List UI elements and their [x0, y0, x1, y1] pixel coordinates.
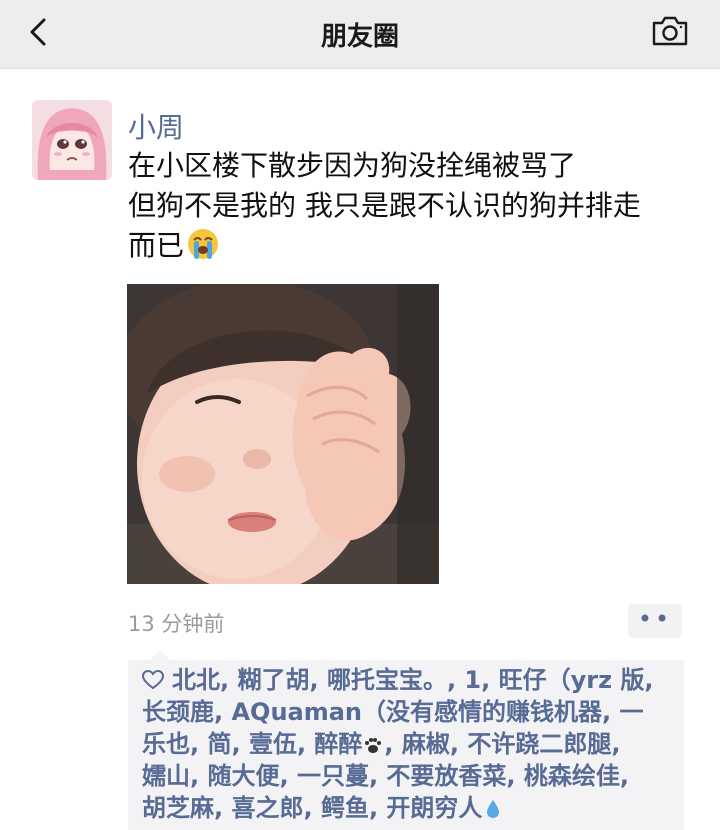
- crying-child-photo: [127, 284, 439, 584]
- post-text-line: 而已: [128, 226, 698, 266]
- likes-names[interactable]: , 麻椒, 不许跷二郎腿,: [384, 730, 620, 758]
- droplet-icon: [487, 800, 500, 818]
- likes-panel: 北北, 糊了胡, 哪托宝宝。, 1, 旺仔（yrz 版, 长颈鹿, AQuama…: [128, 650, 684, 830]
- likes-line: 北北, 糊了胡, 哪托宝宝。, 1, 旺仔（yrz 版,: [142, 664, 676, 696]
- likes-names[interactable]: 北北, 糊了胡, 哪托宝宝。, 1, 旺仔（yrz 版,: [172, 666, 654, 694]
- post-text-line: 在小区楼下散步因为狗没拴绳被骂了: [128, 149, 577, 182]
- likes-names[interactable]: 胡芝麻, 喜之郎, 鳄鱼, 开朗穷人: [142, 794, 482, 822]
- author-name[interactable]: 小周: [128, 106, 184, 146]
- post-text-fragment: 而已: [128, 229, 185, 262]
- avatar[interactable]: [32, 100, 112, 180]
- loudly-crying-face-icon: [188, 229, 219, 259]
- camera-icon: [652, 16, 688, 46]
- post-text: 在小区楼下散步因为狗没拴绳被骂了 但狗不是我的 我只是跟不认识的狗并排走 而已: [128, 146, 698, 266]
- post-time: 13 分钟前: [128, 612, 225, 636]
- post-text-line: 但狗不是我的 我只是跟不认识的狗并排走: [128, 189, 641, 222]
- paw-prints-icon: [365, 738, 382, 753]
- more-actions-button[interactable]: ••: [628, 604, 682, 638]
- likes-names[interactable]: 长颈鹿, AQuaman（没有感情的赚钱机器, 一: [142, 696, 676, 728]
- likes-names[interactable]: 嬬山, 随大便, 一只蔓, 不要放香菜, 桃森绘佳,: [142, 760, 676, 792]
- camera-button[interactable]: [650, 14, 690, 48]
- likes-names[interactable]: 乐也, 简, 壹伍, 醉醉: [142, 730, 362, 758]
- post-photo[interactable]: [127, 284, 439, 584]
- page-title: 朋友圈: [320, 22, 399, 52]
- avatar-image: [32, 100, 112, 180]
- heart-icon: [142, 669, 164, 690]
- likes-line: 胡芝麻, 喜之郎, 鳄鱼, 开朗穷人: [142, 792, 676, 824]
- nav-bar: 朋友圈: [0, 0, 720, 69]
- likes-line: 乐也, 简, 壹伍, 醉醉 , 麻椒, 不许跷二郎腿,: [142, 728, 676, 760]
